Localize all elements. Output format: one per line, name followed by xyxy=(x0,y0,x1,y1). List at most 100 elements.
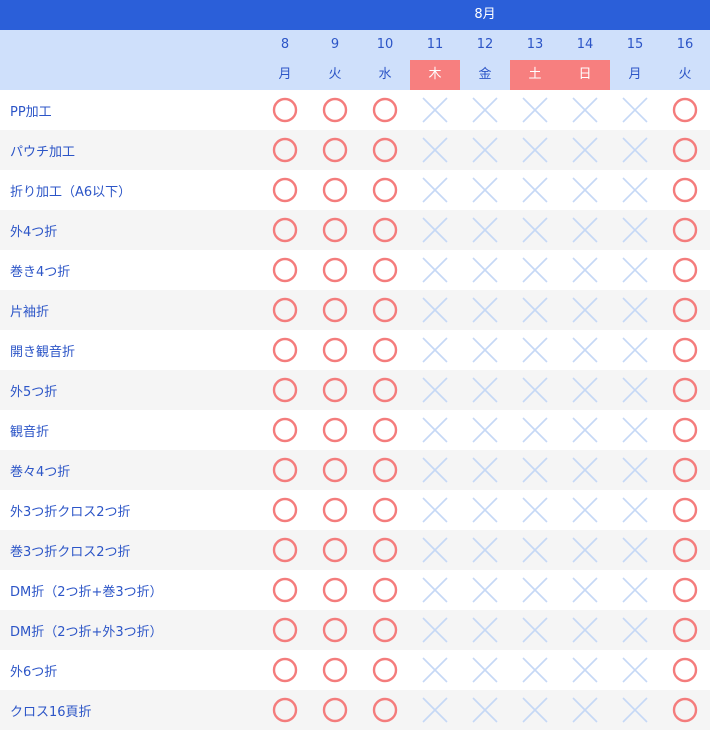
availability-cell xyxy=(560,90,610,130)
availability-cell xyxy=(460,290,510,330)
cross-icon xyxy=(472,697,498,723)
circle-icon xyxy=(272,417,298,443)
availability-cell xyxy=(560,530,610,570)
availability-cell xyxy=(660,170,710,210)
day-number: 9 xyxy=(330,37,340,52)
availability-cell xyxy=(560,650,610,690)
availability-cell xyxy=(460,410,510,450)
service-row: 観音折 xyxy=(0,410,710,450)
circle-icon xyxy=(272,297,298,323)
availability-cell xyxy=(310,290,360,330)
availability-cell xyxy=(610,330,660,370)
weekday-label: 月 xyxy=(628,67,642,82)
availability-cell xyxy=(410,130,460,170)
availability-cell xyxy=(460,690,510,730)
availability-cell xyxy=(260,250,310,290)
availability-cell xyxy=(410,690,460,730)
cross-icon xyxy=(572,297,598,323)
circle-icon xyxy=(322,497,348,523)
circle-icon xyxy=(372,257,398,283)
availability-cell xyxy=(260,290,310,330)
availability-cell xyxy=(310,370,360,410)
service-label: 外3つ折クロス2つ折 xyxy=(10,504,131,520)
day-number: 11 xyxy=(426,37,444,52)
circle-icon xyxy=(372,497,398,523)
weekday-label: 水 xyxy=(378,67,392,82)
availability-cell xyxy=(410,170,460,210)
circle-icon xyxy=(322,577,348,603)
availability-cell xyxy=(260,130,310,170)
availability-cell xyxy=(310,490,360,530)
availability-cell xyxy=(360,90,410,130)
circle-icon xyxy=(272,257,298,283)
cross-icon xyxy=(472,97,498,123)
service-row: 巻々4つ折 xyxy=(0,450,710,490)
availability-cell xyxy=(560,570,610,610)
availability-cell xyxy=(460,90,510,130)
availability-cell xyxy=(360,330,410,370)
availability-cell xyxy=(360,610,410,650)
circle-icon xyxy=(372,177,398,203)
cross-icon xyxy=(422,537,448,563)
cross-icon xyxy=(422,97,448,123)
cross-icon xyxy=(522,217,548,243)
cross-icon xyxy=(472,297,498,323)
circle-icon xyxy=(672,257,698,283)
availability-cell xyxy=(310,570,360,610)
availability-cell xyxy=(610,490,660,530)
service-label: 巻々4つ折 xyxy=(10,464,71,480)
availability-cell xyxy=(560,610,610,650)
availability-cell xyxy=(460,210,510,250)
circle-icon xyxy=(372,537,398,563)
availability-cell xyxy=(360,370,410,410)
day-number: 8 xyxy=(280,37,290,52)
availability-cell xyxy=(310,610,360,650)
cross-icon xyxy=(522,337,548,363)
circle-icon xyxy=(322,657,348,683)
cross-icon xyxy=(572,497,598,523)
service-label: 外4つ折 xyxy=(10,224,58,240)
availability-cell xyxy=(360,570,410,610)
cross-icon xyxy=(522,257,548,283)
cross-icon xyxy=(472,497,498,523)
cross-icon xyxy=(572,97,598,123)
availability-cell xyxy=(410,90,460,130)
service-label: 外5つ折 xyxy=(10,384,58,400)
availability-cell xyxy=(310,450,360,490)
availability-cell xyxy=(460,650,510,690)
availability-cell xyxy=(360,410,410,450)
service-row: 外5つ折 xyxy=(0,370,710,410)
availability-cell xyxy=(660,370,710,410)
circle-icon xyxy=(672,137,698,163)
circle-icon xyxy=(322,177,348,203)
availability-cell xyxy=(260,650,310,690)
cross-icon xyxy=(422,617,448,643)
circle-icon xyxy=(272,657,298,683)
availability-calendar: 8月 8 9 10 11 12 13 14 15 16 月 火 水 木 金 土日 月 火 PP加工 パウチ加工折… xyxy=(0,0,710,730)
cross-icon xyxy=(422,217,448,243)
availability-cell xyxy=(410,210,460,250)
availability-cell xyxy=(660,210,710,250)
cross-icon xyxy=(472,217,498,243)
cross-icon xyxy=(572,697,598,723)
availability-cell xyxy=(460,130,510,170)
availability-cell xyxy=(560,250,610,290)
cross-icon xyxy=(422,657,448,683)
circle-icon xyxy=(272,137,298,163)
circle-icon xyxy=(272,617,298,643)
availability-cell xyxy=(360,450,410,490)
cross-icon xyxy=(622,457,648,483)
service-row: DM折（2つ折+外3つ折） xyxy=(0,610,710,650)
circle-icon xyxy=(322,417,348,443)
weekday-label-highlighted: 土 xyxy=(510,60,560,90)
availability-cell xyxy=(410,650,460,690)
availability-cell xyxy=(310,170,360,210)
availability-cell xyxy=(310,130,360,170)
cross-icon xyxy=(572,577,598,603)
cross-icon xyxy=(472,577,498,603)
service-label: パウチ加工 xyxy=(10,144,76,160)
cross-icon xyxy=(622,297,648,323)
service-label: クロス16頁折 xyxy=(10,704,92,720)
cross-icon xyxy=(572,257,598,283)
cross-icon xyxy=(572,417,598,443)
